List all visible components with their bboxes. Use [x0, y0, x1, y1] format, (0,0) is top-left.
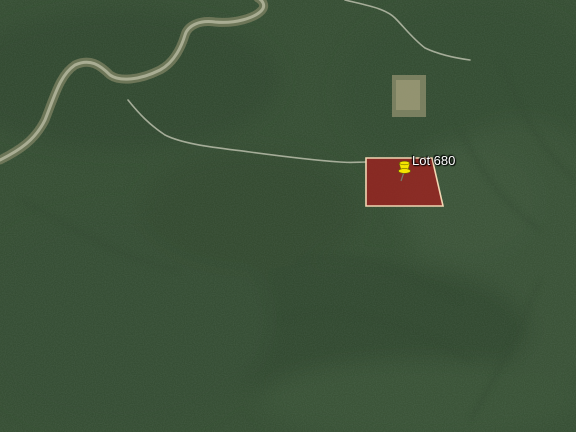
- parcel-label[interactable]: Lot 680: [412, 154, 455, 167]
- clearing-inner: [396, 80, 420, 110]
- satellite-map[interactable]: [0, 0, 576, 432]
